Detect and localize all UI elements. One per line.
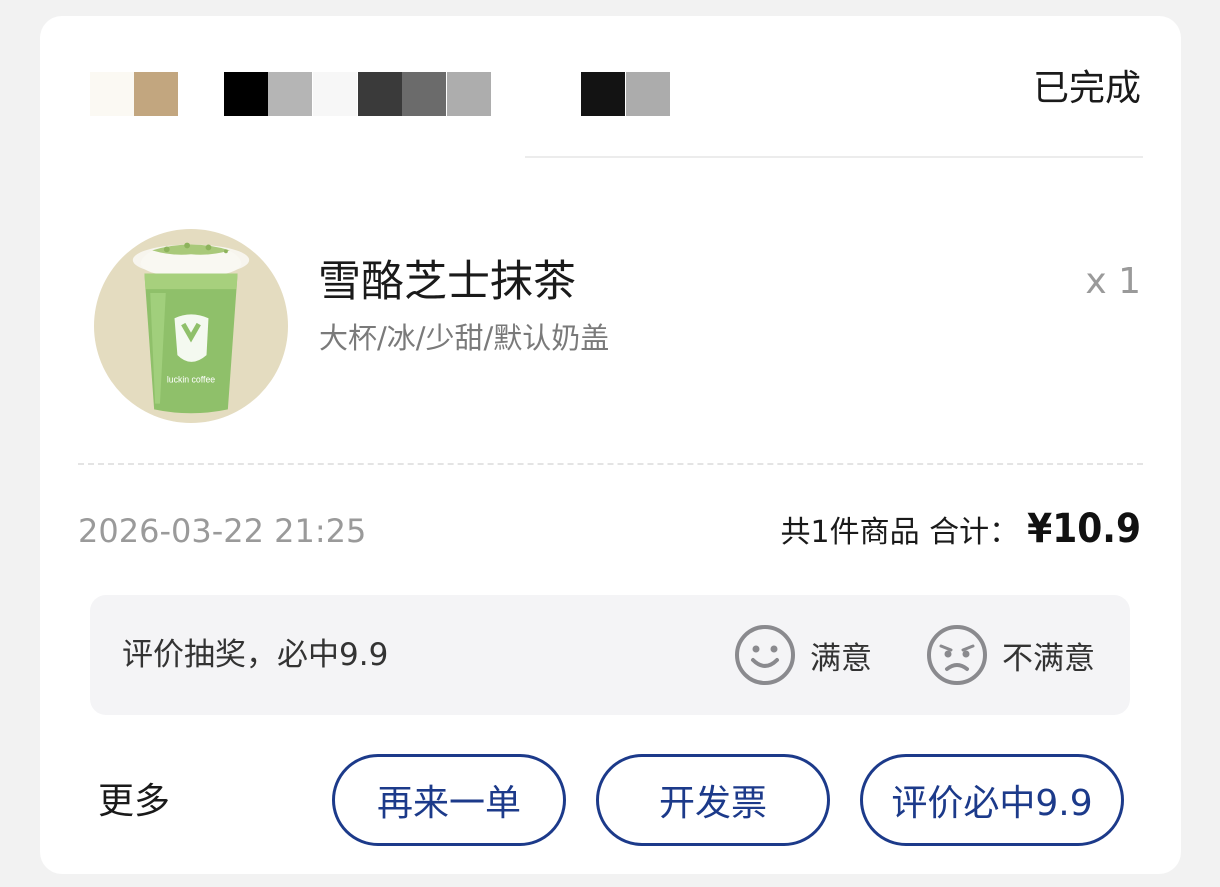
- store-name-swatch: [268, 72, 312, 116]
- invoice-button[interactable]: 开发票: [596, 754, 830, 846]
- product-name: 雪酪芝士抹茶: [318, 257, 576, 307]
- store-name-swatch: [134, 72, 178, 116]
- sad-face-icon: [927, 625, 987, 685]
- more-link[interactable]: 更多: [98, 780, 170, 824]
- review-prompt-panel: 评价抽奖，必中9.9 满意 不满意: [90, 595, 1130, 715]
- satisfied-option[interactable]: 满意: [734, 624, 872, 686]
- dashed-divider: [78, 463, 1143, 465]
- store-name-swatch: [626, 72, 670, 116]
- header-divider: [525, 156, 1143, 158]
- matcha-drink-image[interactable]: luckin coffee: [94, 229, 288, 423]
- satisfied-label: 满意: [810, 640, 872, 677]
- review-prompt-text: 评价抽奖，必中9.9: [122, 637, 389, 673]
- store-name-swatch: [90, 72, 134, 116]
- order-summary-label: 共1件商品 合计：: [780, 515, 1020, 550]
- product-quantity: x 1: [1085, 261, 1141, 302]
- smile-face-icon: [735, 625, 795, 685]
- svg-text:luckin coffee: luckin coffee: [167, 374, 215, 384]
- store-name-redacted: [90, 72, 670, 116]
- store-name-swatch: [402, 72, 446, 116]
- unsatisfied-label: 不满意: [1002, 640, 1095, 677]
- review-button[interactable]: 评价必中9.9: [860, 754, 1124, 846]
- store-name-swatch: [224, 72, 268, 116]
- order-total-amount: ¥10.9: [1027, 506, 1141, 552]
- store-name-swatch: [581, 72, 625, 116]
- order-time: 2026-03-22 21:25: [78, 512, 367, 550]
- store-name-swatch: [447, 72, 491, 116]
- unsatisfied-option[interactable]: 不满意: [926, 624, 1095, 686]
- order-status: 已完成: [1032, 68, 1141, 109]
- store-name-swatch: [313, 72, 357, 116]
- store-name-swatch: [358, 72, 402, 116]
- product-spec: 大杯/冰/少甜/默认奶盖: [319, 321, 610, 355]
- reorder-button[interactable]: 再来一单: [332, 754, 566, 846]
- order-card[interactable]: 已完成 luckin coffee 雪酪芝士抹茶 大杯/冰/少甜/默认奶盖 x …: [40, 16, 1181, 874]
- order-total: 共1件商品 合计： ¥10.9: [781, 506, 1141, 552]
